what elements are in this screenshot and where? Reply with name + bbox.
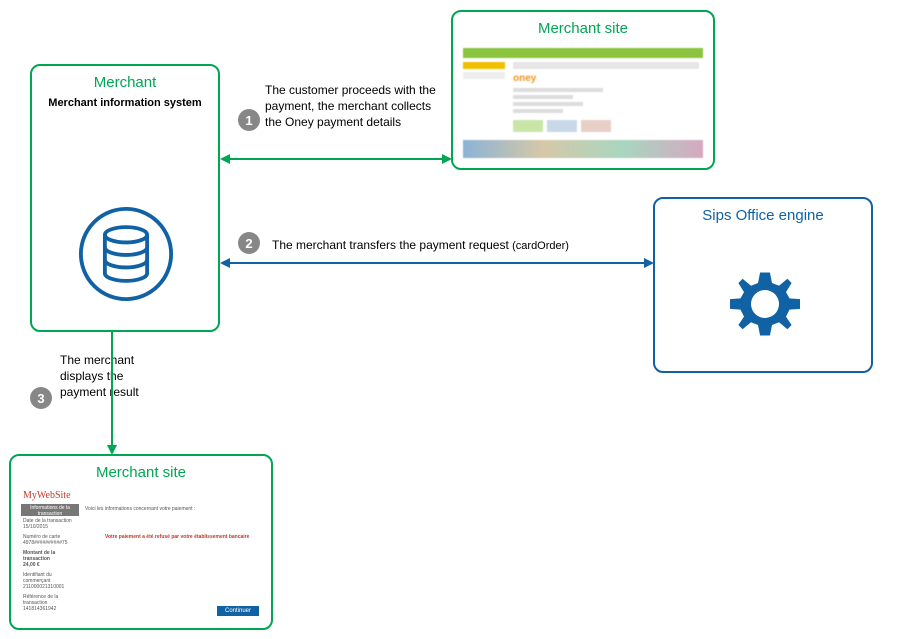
sips-office-engine-box: Sips Office engine — [653, 197, 873, 373]
f5b: 141814361942 — [23, 606, 79, 612]
oney-brand: oney — [513, 73, 553, 83]
arrow-1 — [220, 152, 452, 166]
mywebsite-brand: MyWebSite — [23, 490, 71, 501]
step-2-text-a: The merchant transfers the payment reque… — [272, 238, 512, 252]
step-2-text-b: (cardOrder) — [512, 240, 569, 252]
arrow-2 — [220, 256, 654, 270]
merchant-site-top-title: Merchant site — [453, 12, 713, 41]
merchant-site-top-box: Merchant site oney — [451, 10, 715, 170]
step-2-badge: 2 — [238, 232, 260, 254]
merchant-subtitle: Merchant information system — [32, 95, 218, 111]
step-1-label: The customer proceeds with the payment, … — [265, 82, 445, 131]
gear-icon — [730, 269, 800, 339]
result-page-preview: MyWebSite Informations de la transaction… — [21, 490, 261, 618]
merchant-site-bottom-title: Merchant site — [11, 456, 271, 485]
step-1-badge: 1 — [238, 109, 260, 131]
arrow-3 — [105, 332, 119, 455]
payment-page-preview: oney — [463, 48, 703, 158]
merchant-site-bottom-box: Merchant site MyWebSite Informations de … — [9, 454, 273, 630]
info-header: Informations de la transaction — [21, 504, 79, 516]
database-icon — [78, 206, 174, 302]
sips-title: Sips Office engine — [655, 199, 871, 228]
merchant-title: Merchant — [32, 66, 218, 95]
f3a: Montant de la transaction — [23, 550, 79, 562]
result-info-line: Voici les informations concernant votre … — [85, 506, 195, 512]
step-2-label: The merchant transfers the payment reque… — [272, 237, 652, 254]
f5a: Référence de la transaction — [23, 594, 79, 606]
continue-button-preview: Continuer — [217, 606, 259, 616]
step-3-badge: 3 — [30, 387, 52, 409]
f4a: Identifiant du commerçant — [23, 572, 79, 584]
result-refused-line: Votre paiement a été refusé par votre ét… — [105, 534, 249, 540]
merchant-box: Merchant Merchant information system — [30, 64, 220, 332]
